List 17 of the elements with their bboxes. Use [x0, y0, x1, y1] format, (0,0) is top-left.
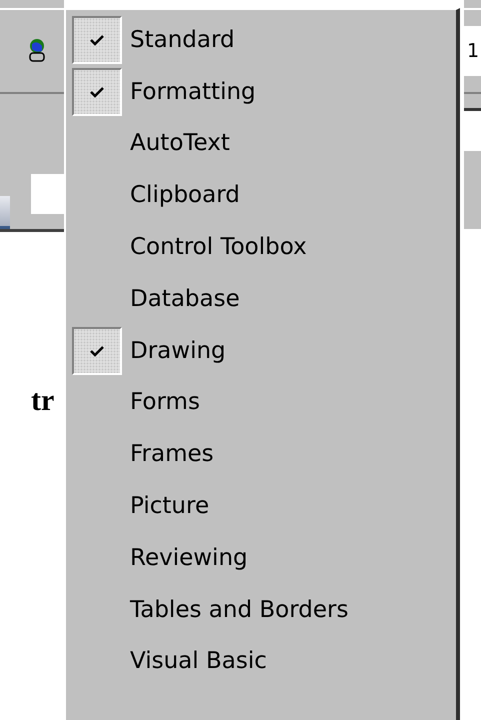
- menu-item[interactable]: Reviewing: [66, 532, 456, 584]
- menu-item[interactable]: AutoText: [66, 118, 456, 170]
- menu-item[interactable]: Standard: [66, 14, 456, 66]
- menu-item[interactable]: Drawing: [66, 324, 456, 377]
- toolbar-button[interactable]: [0, 196, 10, 229]
- globe-icon[interactable]: [28, 38, 46, 64]
- menu-item[interactable]: Frames: [66, 428, 456, 480]
- menu-item[interactable]: Picture: [66, 480, 456, 532]
- document-text: tr: [31, 384, 54, 418]
- menu-item[interactable]: Tables and Borders: [66, 584, 456, 636]
- font-size-field[interactable]: 1: [464, 26, 481, 76]
- menu-item[interactable]: Visual Basic: [66, 636, 456, 688]
- menu-item[interactable]: Forms: [66, 376, 456, 428]
- menu-item[interactable]: Clipboard: [66, 169, 456, 222]
- menu-item[interactable]: Control Toolbox: [66, 221, 456, 273]
- menu-item[interactable]: Database: [66, 272, 456, 325]
- menu-item[interactable]: Formatting: [66, 66, 456, 118]
